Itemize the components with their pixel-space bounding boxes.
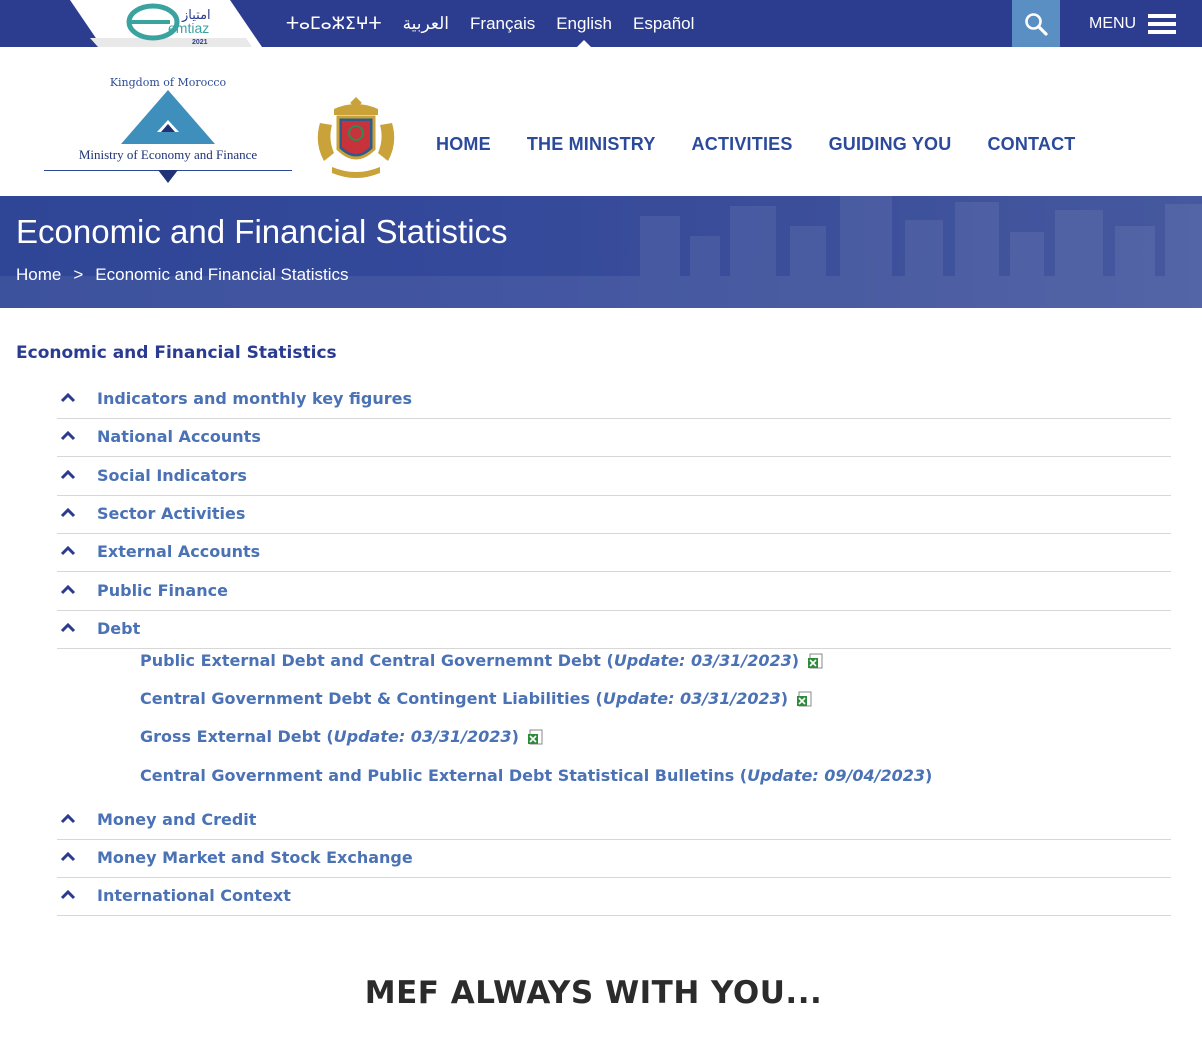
accordion-header-external-accounts[interactable]: External Accounts xyxy=(57,533,1171,571)
update-date: Update: 03/31/2023 xyxy=(602,689,781,708)
emtiaz-badge[interactable]: emtiaz 2021 امتياز xyxy=(70,0,266,47)
nav-activities[interactable]: ACTIVITIES xyxy=(692,134,793,155)
hamburger-icon xyxy=(1148,13,1177,34)
svg-text:2021: 2021 xyxy=(192,39,208,46)
debt-link-label: Central Government Debt & Contingent Lia… xyxy=(140,689,590,708)
lang-french[interactable]: Français xyxy=(470,0,535,47)
nav-the-ministry[interactable]: THE MINISTRY xyxy=(527,134,656,155)
logo-ministry-text: Ministry of Economy and Finance xyxy=(78,147,258,162)
ministry-logo[interactable]: Kingdom of Morocco Ministry of Economy a… xyxy=(44,75,292,183)
page-banner: Economic and Financial Statistics Home >… xyxy=(0,196,1202,308)
chevron-up-icon xyxy=(60,507,76,518)
menu-button[interactable]: MENU xyxy=(1089,0,1177,47)
accordion-label: Money Market and Stock Exchange xyxy=(97,848,413,867)
chevron-up-icon xyxy=(60,622,76,633)
lang-amazigh[interactable]: ⵜⴰⵎⴰⵣⵉⵖⵜ xyxy=(286,0,382,47)
accordion-label: External Accounts xyxy=(97,542,261,561)
accordion-label: Indicators and monthly key figures xyxy=(97,389,413,408)
accordion-label: National Accounts xyxy=(97,427,261,446)
chevron-up-icon xyxy=(60,584,76,595)
nav-contact[interactable]: CONTACT xyxy=(987,134,1075,155)
accordion-item: External Accounts xyxy=(57,533,1171,572)
accordion-item: Debt xyxy=(57,610,1171,649)
chevron-up-icon xyxy=(60,889,76,900)
debt-link-label: Public External Debt and Central Governe… xyxy=(140,651,601,670)
accordion-item: Sector Activities xyxy=(57,495,1171,534)
accordion-header-public-finance[interactable]: Public Finance xyxy=(57,572,1171,610)
menu-label: MENU xyxy=(1089,14,1137,32)
debt-link-label: Central Government and Public External D… xyxy=(140,766,735,785)
accordion-label: Money and Credit xyxy=(97,810,257,829)
update-date: Update: 09/04/2023 xyxy=(747,766,926,785)
accordion-header-international-context[interactable]: International Context xyxy=(57,877,1171,915)
lang-arabic[interactable]: العربية xyxy=(403,0,449,47)
section-title: Economic and Financial Statistics xyxy=(16,343,337,363)
accordion-header-debt[interactable]: Debt xyxy=(57,610,1171,648)
accordion-label: Debt xyxy=(97,619,141,638)
emtiaz-logo-icon: emtiaz 2021 امتياز xyxy=(70,0,262,47)
accordion-item: Money and Credit xyxy=(57,801,1171,840)
breadcrumb-separator: > xyxy=(73,265,84,284)
search-button[interactable] xyxy=(1012,0,1060,47)
lang-spanish[interactable]: Español xyxy=(633,0,694,47)
excel-file-icon[interactable] xyxy=(796,691,812,707)
accordion-item: Social Indicators xyxy=(57,457,1171,496)
accordion-item: Money Market and Stock Exchange xyxy=(57,839,1171,878)
breadcrumb-home[interactable]: Home xyxy=(16,265,61,285)
breadcrumb: Home > Economic and Financial Statistics xyxy=(16,265,349,285)
accordion-header-sector-activities[interactable]: Sector Activities xyxy=(57,495,1171,533)
update-date: Update: 03/31/2023 xyxy=(333,727,512,746)
nav-guiding-you[interactable]: GUIDING YOU xyxy=(829,134,952,155)
excel-file-icon[interactable] xyxy=(527,729,543,745)
main-navigation: HOME THE MINISTRY ACTIVITIES GUIDING YOU… xyxy=(436,134,1076,155)
debt-link-gross-external-debt[interactable]: Gross External Debt (Update: 03/31/2023) xyxy=(140,727,543,746)
excel-file-icon[interactable] xyxy=(807,653,823,669)
logo-triangle-icon xyxy=(121,90,215,144)
lang-english[interactable]: English xyxy=(556,0,612,47)
logo-down-triangle-icon xyxy=(158,170,178,183)
search-icon xyxy=(1025,12,1048,36)
page-title: Economic and Financial Statistics xyxy=(16,213,508,250)
accordion-header-money-and-credit[interactable]: Money and Credit xyxy=(57,801,1171,839)
accordion-header-national-accounts[interactable]: National Accounts xyxy=(57,418,1171,456)
debt-link-central-government-debt[interactable]: Central Government Debt & Contingent Lia… xyxy=(140,689,812,708)
chevron-up-icon xyxy=(60,813,76,824)
accordion-label: Public Finance xyxy=(97,581,228,600)
chevron-up-icon xyxy=(60,545,76,556)
chevron-up-icon xyxy=(60,851,76,862)
chevron-up-icon xyxy=(60,392,76,403)
accordion-header-money-market[interactable]: Money Market and Stock Exchange xyxy=(57,839,1171,877)
footer-tagline: MEF ALWAYS WITH YOU... xyxy=(364,975,823,1011)
logo-kingdom-text: Kingdom of Morocco xyxy=(109,76,227,89)
accordion-item: Public Finance xyxy=(57,572,1171,611)
debt-link-label: Gross External Debt xyxy=(140,727,321,746)
accordion-header-indicators[interactable]: Indicators and monthly key figures xyxy=(57,380,1171,418)
coat-of-arms-icon xyxy=(317,97,395,178)
svg-text:امتياز: امتياز xyxy=(181,8,211,23)
accordion-item: National Accounts xyxy=(57,418,1171,457)
accordion-item: International Context xyxy=(57,877,1171,916)
breadcrumb-current: Economic and Financial Statistics xyxy=(95,265,349,284)
debt-link-statistical-bulletins[interactable]: Central Government and Public External D… xyxy=(140,766,932,785)
nav-home[interactable]: HOME xyxy=(436,134,491,155)
chevron-up-icon xyxy=(60,469,76,480)
top-bar: emtiaz 2021 امتياز ⵜⴰⵎⴰⵣⵉⵖⵜ العربية Fran… xyxy=(0,0,1202,47)
accordion-label: Sector Activities xyxy=(97,504,246,523)
chevron-up-icon xyxy=(60,430,76,441)
accordion-header-social-indicators[interactable]: Social Indicators xyxy=(57,457,1171,495)
update-date: Update: 03/31/2023 xyxy=(613,651,792,670)
accordion-label: Social Indicators xyxy=(97,466,247,485)
accordion-label: International Context xyxy=(97,886,291,905)
language-switcher: ⵜⴰⵎⴰⵣⵉⵖⵜ العربية Français English Españo… xyxy=(286,0,694,47)
site-header: Kingdom of Morocco Ministry of Economy a… xyxy=(0,47,1202,196)
accordion-item: Indicators and monthly key figures xyxy=(57,380,1171,419)
debt-link-public-external-debt[interactable]: Public External Debt and Central Governe… xyxy=(140,651,823,670)
